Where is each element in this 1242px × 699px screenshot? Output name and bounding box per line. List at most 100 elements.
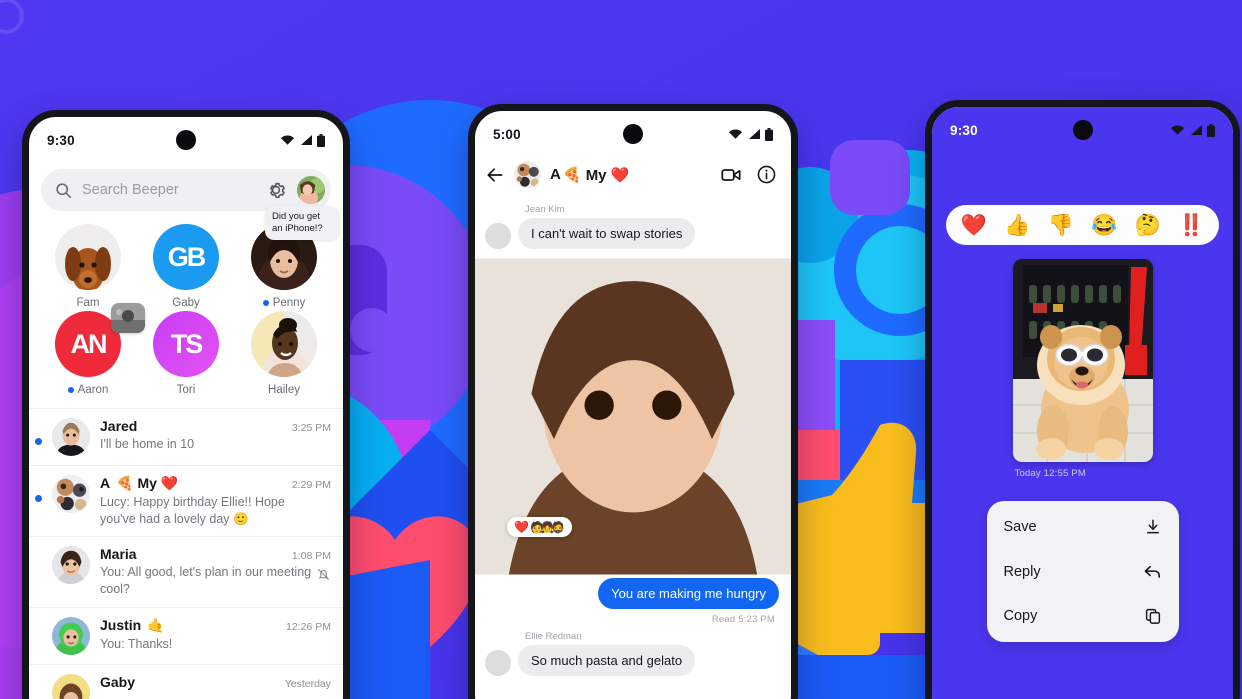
reaction-menu-phone: 9:30 ❤️ 👍 👎 😂 🤔 ‼️ Today 12:55 PM Save R… — [925, 100, 1240, 699]
chat-content: Jared 3:25 PM I'll be home in 10 — [100, 418, 331, 453]
menu-item-save[interactable]: Save — [987, 505, 1179, 549]
avatar — [475, 258, 791, 676]
heart-reaction[interactable]: ❤️ — [961, 215, 987, 236]
story-name-text: Hailey — [268, 384, 300, 396]
story-name-text: Aaron — [77, 384, 109, 396]
chat-content: Maria 1:08 PM You: All good, let's plan … — [100, 546, 331, 597]
gaby-logo-text: GB — [167, 241, 206, 272]
story-item-aaron[interactable]: AN Aaron — [39, 303, 145, 396]
story-name-text: Gaby — [172, 297, 200, 309]
conversation-list: Jared 3:25 PM I'll be home in 10 A 🍕 My … — [29, 408, 343, 699]
photo-thumb — [111, 303, 145, 333]
conversation-screen: 5:00 A 🍕 My ❤️ Jean Kim I can't wait to … — [475, 111, 791, 699]
unread-dot-placeholder — [35, 637, 42, 644]
chat-name-emoji: 🤙 — [147, 616, 165, 633]
thumbs-down-reaction[interactable]: 👎 — [1048, 215, 1074, 236]
mute-bell-icon — [317, 569, 330, 581]
search-input[interactable]: Search Beeper — [82, 182, 255, 198]
message-reaction-pill[interactable]: ❤️ 🧑 👧 🧔 — [507, 517, 573, 537]
reply-arrow-icon — [1144, 565, 1160, 578]
chat-name: Jared — [100, 418, 138, 434]
story-avatar — [251, 311, 317, 377]
status-time: 9:30 — [950, 122, 978, 138]
story-name-text: Penny — [272, 297, 306, 309]
group-avatar — [52, 475, 90, 513]
reaction-picker-bar: ❤️ 👍 👎 😂 🤔 ‼️ — [946, 205, 1219, 245]
photo-ellie-redman — [475, 258, 791, 575]
thinking-reaction[interactable]: 🤔 — [1135, 215, 1161, 236]
chat-list-item-justin[interactable]: Justin 🤙 12:26 PM You: Thanks! — [29, 608, 343, 665]
menu-item-label: Save — [1003, 519, 1037, 535]
selected-message: Today 12:55 PM — [1012, 259, 1153, 479]
wifi-icon — [1170, 125, 1185, 135]
aaron-logo-text: AN — [70, 328, 108, 359]
search-bar[interactable]: Search Beeper — [41, 169, 331, 211]
chat-content: Justin 🤙 12:26 PM You: Thanks! — [100, 617, 331, 653]
avatar — [52, 418, 90, 456]
photo-man-hoodie — [52, 616, 90, 655]
chat-preview: Lucy: Happy birthday Ellie!! Hope you've… — [100, 495, 285, 526]
story-grid: Fam GB Gaby Did you get an iPhone!? Penn… — [29, 206, 343, 400]
chat-content: A 🍕 My ❤️ 2:29 PM Lucy: Happy birthday E… — [100, 475, 331, 527]
gear-icon[interactable] — [265, 179, 287, 201]
chat-timestamp: 1:08 PM — [291, 550, 331, 563]
story-label: Fam — [77, 297, 100, 309]
menu-item-copy[interactable]: Copy — [987, 594, 1179, 638]
message-list: Jean Kim I can't wait to swap stories Mo… — [475, 204, 791, 676]
story-label: Tori — [177, 384, 196, 396]
signal-icon — [1191, 125, 1202, 135]
story-item-tori[interactable]: TS Tori — [137, 311, 235, 396]
exclamation-reaction[interactable]: ‼️ — [1178, 215, 1204, 236]
unread-dot — [35, 495, 42, 502]
chat-list-item-a-pizza-my-heart[interactable]: A 🍕 My ❤️ 2:29 PM Lucy: Happy birthday E… — [29, 466, 343, 538]
photo-dog — [55, 224, 121, 290]
avatar — [52, 673, 90, 699]
inbox-screen: 9:30 Search Beeper Fam GB Gaby Did you g… — [29, 117, 343, 699]
story-name-text: Tori — [176, 384, 196, 396]
chat-preview: You: Thanks! — [100, 636, 173, 651]
tori-logo-text: TS — [170, 328, 203, 359]
status-bar: 9:30 — [932, 107, 1233, 153]
dog-in-sunglasses-photo[interactable] — [1012, 259, 1153, 462]
story-name-text: Fam — [76, 297, 100, 309]
chat-timestamp: 12:26 PM — [286, 620, 331, 633]
chat-header-row: Maria 1:08 PM — [100, 546, 331, 562]
story-label: Aaron — [67, 384, 109, 396]
download-icon — [1146, 519, 1159, 534]
chat-preview: I'll be home in 10 — [100, 437, 195, 451]
chat-timestamp: 3:25 PM — [291, 422, 331, 434]
story-avatar — [55, 224, 121, 290]
thumbs-up-reaction[interactable]: 👍 — [1004, 215, 1030, 236]
chat-list-item-gaby[interactable]: Gaby Yesterday — [29, 665, 343, 699]
battery-icon — [317, 133, 325, 147]
message-incoming[interactable]: So much pasta and gelato — [475, 258, 791, 676]
chat-preview: You: All good, let's plan in our meeting… — [100, 565, 312, 596]
story-item-hailey[interactable]: Hailey — [235, 311, 333, 396]
menu-item-reply[interactable]: Reply — [987, 549, 1179, 594]
photo-timestamp: Today 12:55 PM — [1014, 468, 1086, 479]
profile-avatar[interactable] — [297, 176, 325, 204]
wifi-icon — [280, 135, 295, 145]
chat-header-row: Justin 🤙 12:26 PM — [100, 617, 331, 634]
story-item-fam[interactable]: Fam — [39, 224, 137, 309]
story-item-gaby[interactable]: GB Gaby — [137, 224, 235, 309]
status-time: 9:30 — [47, 132, 75, 148]
unread-dot-placeholder — [35, 694, 42, 699]
avatar-image — [297, 176, 325, 204]
avatar — [52, 546, 90, 585]
chat-content: Gaby Yesterday — [100, 674, 331, 690]
laughing-reaction[interactable]: 😂 — [1091, 215, 1117, 236]
photo-woman3 — [52, 546, 90, 585]
context-menu: Save Reply Copy — [986, 501, 1179, 642]
chat-list-item-jared[interactable]: Jared 3:25 PM I'll be home in 10 — [29, 409, 343, 466]
story-label: Penny — [262, 297, 306, 309]
chat-header-row: A 🍕 My ❤️ 2:29 PM — [100, 475, 331, 492]
chat-header-row: Gaby Yesterday — [100, 674, 331, 690]
front-camera-dot — [1072, 120, 1093, 140]
unread-dot — [67, 387, 74, 393]
chat-list-item-maria[interactable]: Maria 1:08 PM You: All good, let's plan … — [29, 537, 343, 608]
story-item-penny[interactable]: Did you get an iPhone!? Penny — [235, 206, 339, 309]
copy-icon — [1145, 608, 1160, 624]
menu-item-label: Copy — [1003, 608, 1038, 624]
story-label: Hailey — [268, 384, 300, 396]
